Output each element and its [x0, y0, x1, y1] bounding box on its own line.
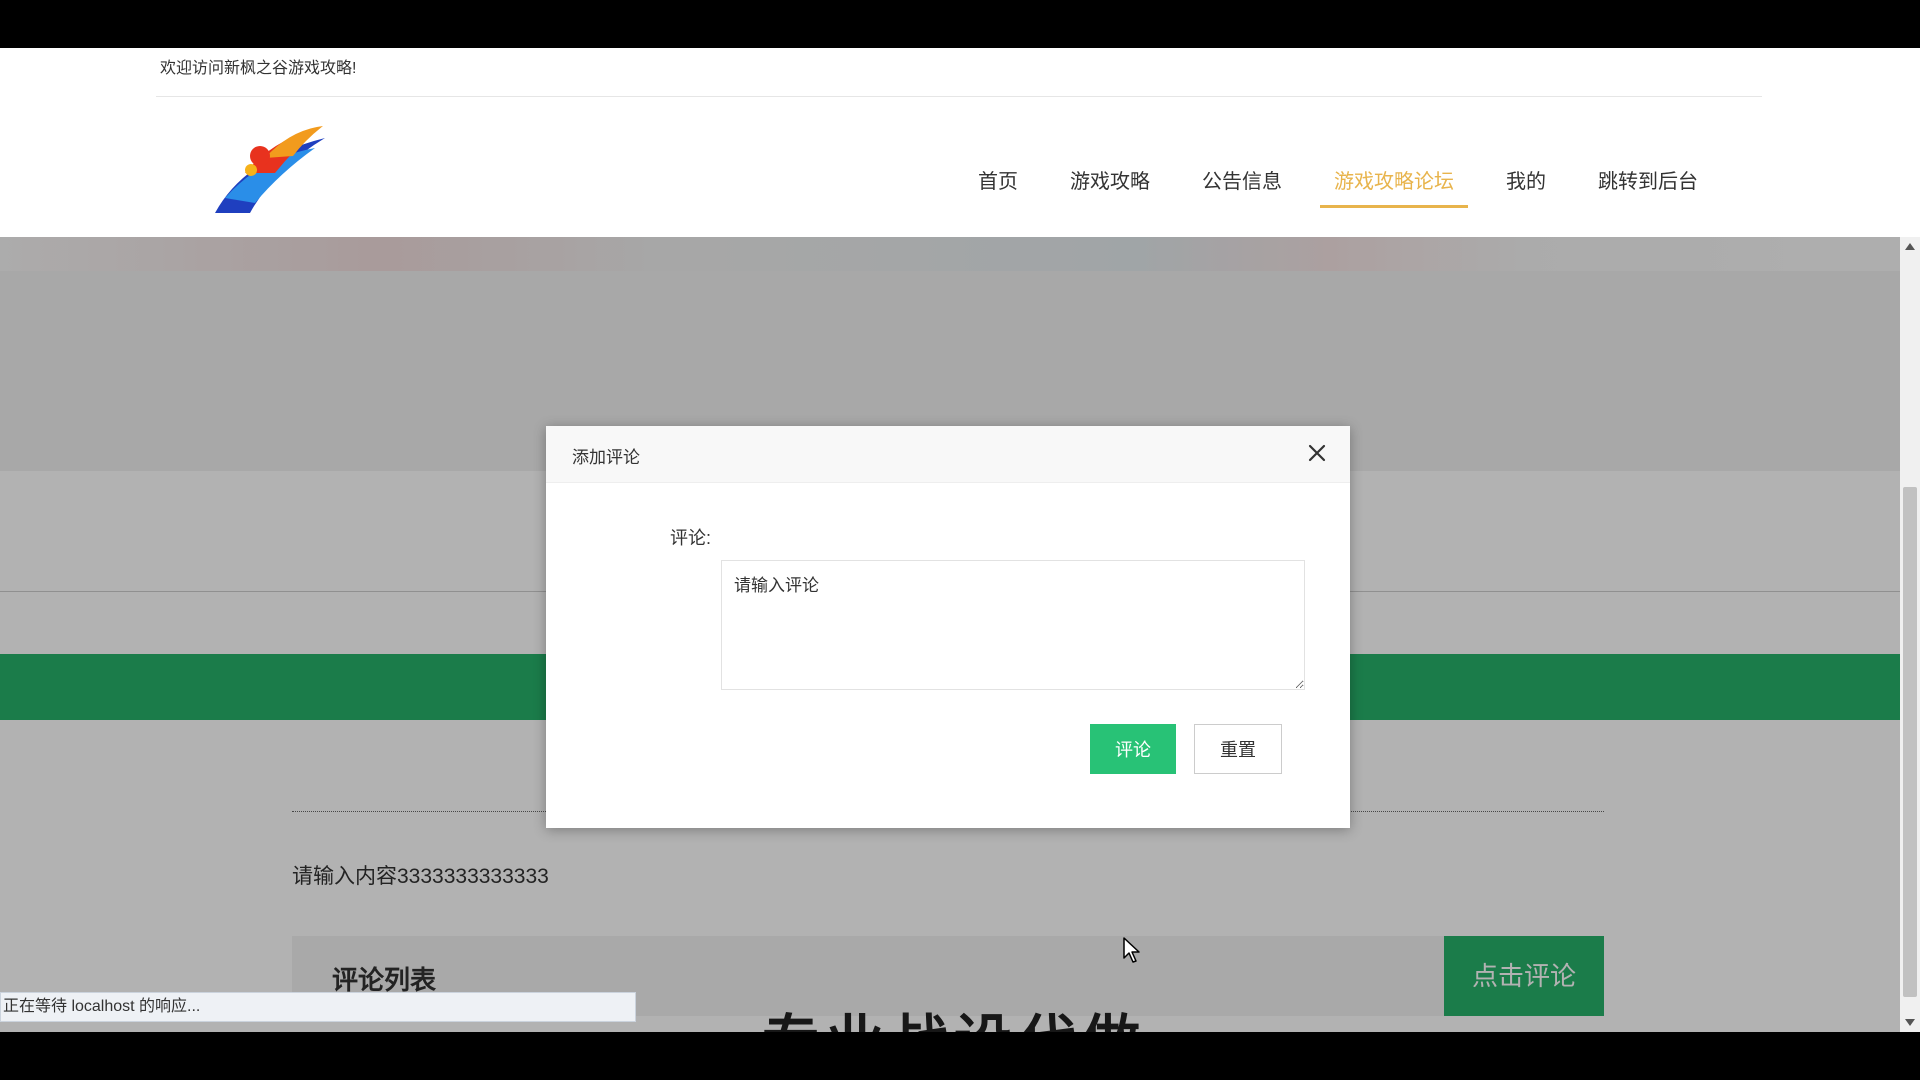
close-icon[interactable]	[1306, 442, 1328, 464]
scroll-down-arrow-icon[interactable]	[1905, 1019, 1915, 1026]
scroll-up-arrow-icon[interactable]	[1905, 243, 1915, 250]
comment-textarea[interactable]	[721, 560, 1305, 690]
nav-my[interactable]: 我的	[1480, 162, 1572, 202]
reset-button[interactable]: 重置	[1194, 724, 1282, 774]
mouse-cursor-icon	[1123, 937, 1140, 963]
nav-forum[interactable]: 游戏攻略论坛	[1308, 162, 1480, 208]
main-nav: 首页 游戏攻略 公告信息 游戏攻略论坛 我的 跳转到后台	[952, 162, 1724, 208]
comment-field-label: 评论:	[670, 528, 712, 548]
letterbox-bottom	[0, 1032, 1920, 1080]
dialog-header: 添加评论	[546, 426, 1350, 483]
scroll-thumb[interactable]	[1903, 487, 1917, 997]
add-comment-dialog: 添加评论 评论: 评论 重置	[546, 426, 1350, 828]
nav-home[interactable]: 首页	[952, 162, 1044, 202]
nav-admin[interactable]: 跳转到后台	[1572, 162, 1724, 202]
submit-comment-button[interactable]: 评论	[1090, 724, 1176, 774]
top-bar: 欢迎访问新枫之谷游戏攻略!	[156, 48, 1762, 97]
letterbox-top	[0, 0, 1920, 48]
nav-announcements[interactable]: 公告信息	[1176, 162, 1308, 202]
browser-viewport: 欢迎访问新枫之谷游戏攻略! 首页 游戏攻略 公告信息 游戏攻略论坛 我的 跳转到…	[0, 48, 1920, 1032]
site-logo[interactable]	[205, 118, 335, 228]
dialog-title: 添加评论	[572, 448, 640, 467]
welcome-text: 欢迎访问新枫之谷游戏攻略!	[160, 60, 357, 77]
page-scrollbar[interactable]	[1900, 237, 1920, 1032]
nav-game-guides[interactable]: 游戏攻略	[1044, 162, 1176, 202]
browser-status-bar: 正在等待 localhost 的响应...	[0, 992, 636, 1022]
